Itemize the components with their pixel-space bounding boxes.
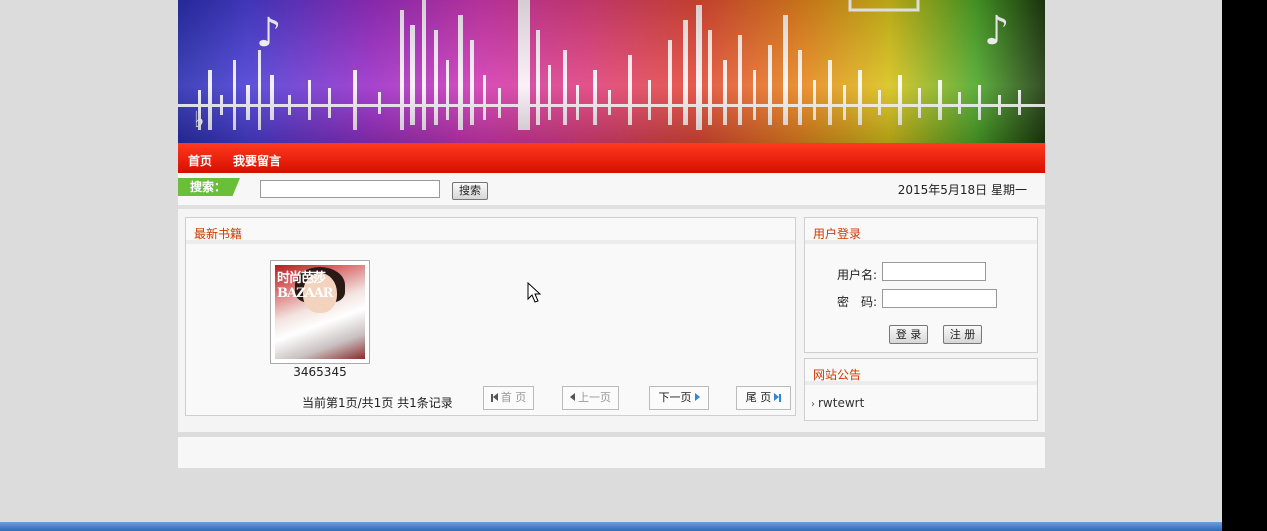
book-cover-image: 时尚芭莎 BAZAAR [275,265,365,359]
latest-books-panel: 最新书籍 时尚芭莎 BAZAAR 3465345 当前第1页/共1页 共1条记录… [185,217,796,416]
main-nav: 首页 我要留言 [178,143,1045,173]
mouse-cursor-icon [527,282,541,303]
search-label: 搜索： [178,178,240,196]
next-arrow-icon [694,393,700,401]
login-button[interactable]: 登 录 [889,325,928,344]
next-page-button[interactable]: 下一页 [649,386,709,410]
search-button[interactable]: 搜索 [452,182,488,200]
nav-guestbook[interactable]: 我要留言 [233,152,281,169]
current-date: 2015年5月18日 星期一 [897,183,1027,197]
search-input[interactable] [260,180,440,198]
password-label: 密 码: [837,295,878,309]
prev-page-button[interactable]: 上一页 [562,386,619,410]
taskbar-edge [0,522,1222,531]
search-bar: 搜索： 搜索 2015年5月18日 星期一 [178,173,1045,209]
pager-status: 当前第1页/共1页 共1条记录 [302,396,453,410]
prev-arrow-icon [570,393,575,401]
music-banner-image: ♪ ♪ ♭ [178,0,1045,143]
login-panel: 用户登录 用户名: 密 码: 登 录 注 册 [804,217,1038,353]
last-page-button[interactable]: 尾 页 [736,386,791,410]
register-button[interactable]: 注 册 [943,325,982,344]
notice-item[interactable]: › rwtewrt [811,396,864,410]
book-title[interactable]: 3465345 [270,365,370,379]
notice-panel: 网站公告 › rwtewrt [804,358,1038,421]
username-field[interactable] [882,262,986,281]
footer [178,437,1045,468]
bullet-arrow-icon: › [811,399,815,410]
password-field[interactable] [882,289,997,308]
book-cover[interactable]: 时尚芭莎 BAZAAR [270,260,370,364]
nav-home[interactable]: 首页 [188,152,212,169]
first-page-button[interactable]: 首 页 [483,386,534,410]
page-container: ♪ ♪ ♭ 首页 我要留言 搜索： 搜索 2015年5月18日 星期一 最新书籍… [178,0,1045,468]
username-label: 用户名: [837,268,878,282]
desktop-right-edge [1222,0,1267,531]
